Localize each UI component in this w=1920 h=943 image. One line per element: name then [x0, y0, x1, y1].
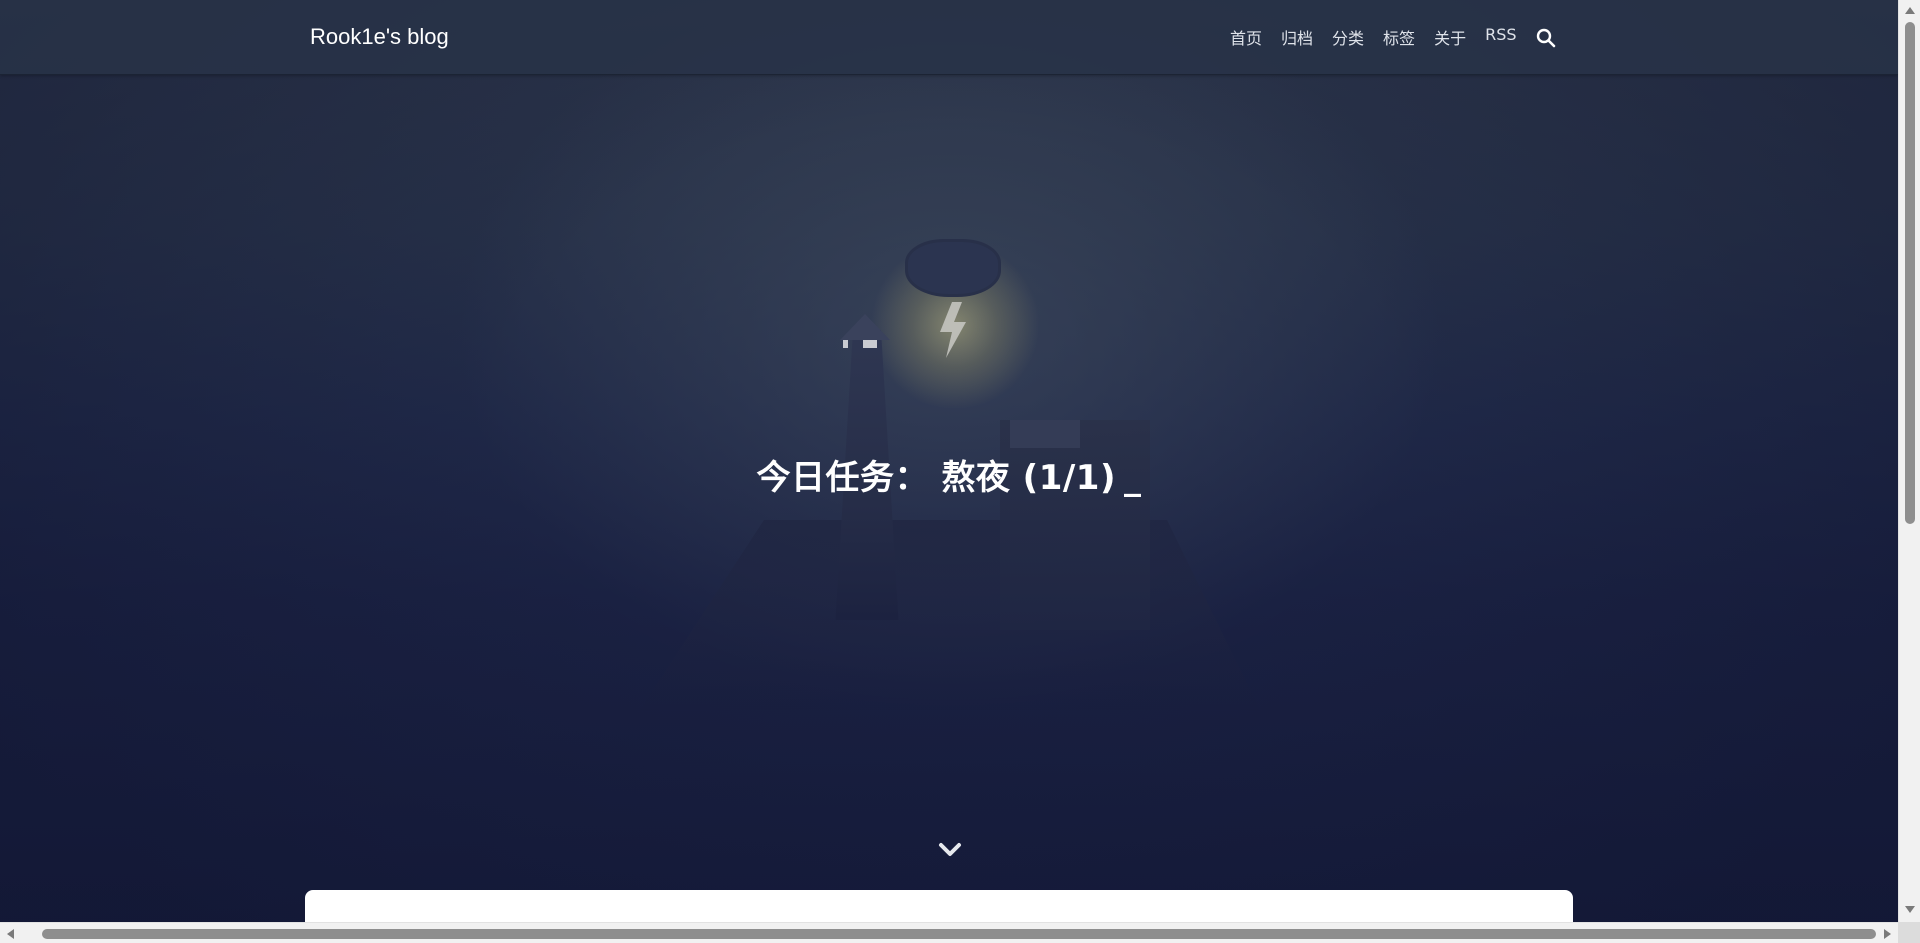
blog-title-link[interactable]: Rook1e's blog	[310, 24, 449, 50]
nav-item-categories[interactable]: 分类	[1332, 25, 1364, 49]
nav-item-about[interactable]: 关于	[1434, 25, 1466, 49]
vertical-scroll-thumb[interactable]	[1905, 22, 1915, 524]
nav-item-rss[interactable]: RSS	[1485, 25, 1516, 49]
horizontal-scroll-thumb[interactable]	[42, 929, 1876, 939]
scroll-up-arrow-icon[interactable]	[1905, 7, 1915, 14]
scroll-right-arrow-icon[interactable]	[1884, 929, 1891, 939]
hero-banner: 今日任务： 熬夜 (1/1) _	[0, 0, 1898, 922]
scroll-down-arrow-icon[interactable]	[1905, 906, 1915, 913]
banner-slogan: 今日任务： 熬夜 (1/1) _	[0, 450, 1898, 499]
vertical-scrollbar[interactable]	[1898, 0, 1920, 922]
main-content-card	[305, 890, 1573, 922]
search-icon[interactable]	[1534, 26, 1558, 50]
banner-slogan-text: 今日任务： 熬夜 (1/1)	[756, 458, 1116, 498]
nav-item-archives[interactable]: 归档	[1281, 25, 1313, 49]
nav-item-home[interactable]: 首页	[1230, 25, 1262, 49]
scroll-left-arrow-icon[interactable]	[7, 929, 14, 939]
chevron-down-icon[interactable]	[936, 836, 964, 864]
nav-item-tags[interactable]: 标签	[1383, 25, 1415, 49]
horizontal-scrollbar[interactable]	[0, 922, 1898, 943]
nav-menu: 首页 归档 分类 标签 关于 RSS	[1230, 25, 1517, 49]
top-navbar: Rook1e's blog 首页 归档 分类 标签 关于 RSS	[0, 0, 1898, 75]
typing-cursor: _	[1123, 458, 1142, 498]
scrollbar-corner	[1898, 922, 1920, 943]
